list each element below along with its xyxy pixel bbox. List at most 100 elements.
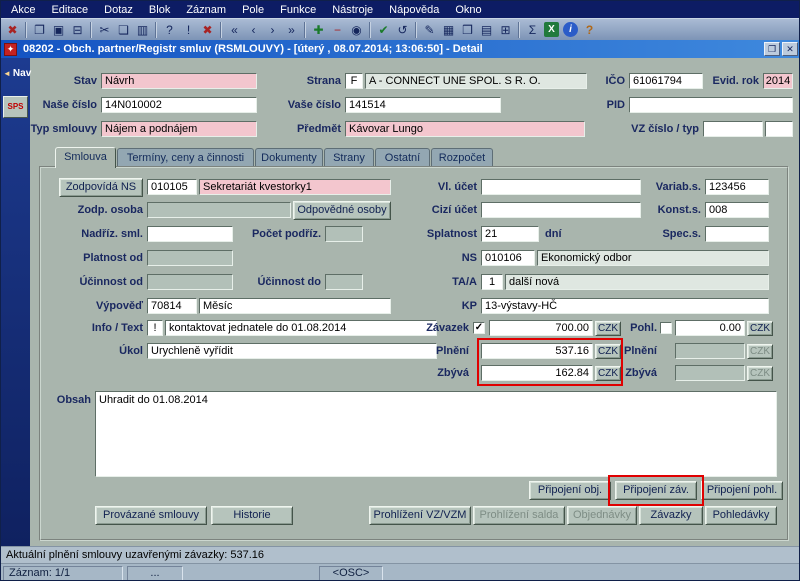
calculator-icon[interactable]: ⊞ bbox=[496, 21, 515, 39]
prohlizeni-salda-button: Prohlížení salda bbox=[473, 506, 565, 525]
plneni-field[interactable]: 537.16 bbox=[481, 343, 593, 359]
tab-strany[interactable]: Strany bbox=[324, 148, 374, 167]
vz-cislo-field[interactable] bbox=[703, 121, 763, 137]
menu-nastroje[interactable]: Nástroje bbox=[324, 3, 381, 17]
calendar-icon[interactable]: ▤ bbox=[477, 21, 496, 39]
tab-rozpocet[interactable]: Rozpočet bbox=[431, 148, 493, 167]
menu-editace[interactable]: Editace bbox=[43, 3, 96, 17]
tab-dokumenty[interactable]: Dokumenty bbox=[255, 148, 323, 167]
cancel-query-icon[interactable]: ✖ bbox=[198, 21, 217, 39]
kp-field[interactable]: 13-výstavy-HČ bbox=[481, 298, 769, 314]
plneni-czk-button[interactable]: CZK bbox=[595, 344, 621, 359]
ico-field[interactable]: 61061794 bbox=[629, 73, 703, 89]
help-icon[interactable]: ? bbox=[580, 21, 599, 39]
vypoved-name-field[interactable]: Měsíc bbox=[199, 298, 391, 314]
zavazek-checkbox[interactable]: ✓ bbox=[473, 322, 485, 334]
stav-field[interactable]: Návrh bbox=[101, 73, 257, 89]
typ-smlouvy-field[interactable]: Nájem a podnájem bbox=[101, 121, 257, 137]
menu-okno[interactable]: Okno bbox=[447, 3, 489, 17]
execute-query-icon[interactable]: ! bbox=[179, 21, 198, 39]
zavazky-button[interactable]: Závazky bbox=[639, 506, 703, 525]
sum-icon[interactable]: Σ bbox=[523, 21, 542, 39]
delete-record-icon[interactable]: − bbox=[328, 21, 347, 39]
vase-cislo-field[interactable]: 141514 bbox=[345, 97, 501, 113]
zodpovida-ns-button[interactable]: Zodpovídá NS bbox=[59, 178, 143, 197]
nav-item[interactable]: ◄ Nav bbox=[1, 58, 31, 79]
window-list-icon[interactable]: ❒ bbox=[458, 21, 477, 39]
restore-window-button[interactable]: ❐ bbox=[764, 42, 780, 56]
enter-query-icon[interactable]: ? bbox=[160, 21, 179, 39]
zbyva-czk-button[interactable]: CZK bbox=[595, 366, 621, 381]
zodpovida-ns-name-field[interactable]: Sekretariát kvestorky1 bbox=[199, 179, 391, 195]
spec-s-field[interactable] bbox=[705, 226, 769, 242]
pid-field[interactable] bbox=[629, 97, 793, 113]
zavazek-amount-field[interactable]: 700.00 bbox=[489, 320, 593, 336]
ukol-field[interactable]: Urychleně vyřídit bbox=[147, 343, 437, 359]
last-record-icon[interactable]: » bbox=[282, 21, 301, 39]
info-text-field[interactable]: kontaktovat jednatele do 01.08.2014 bbox=[165, 320, 437, 336]
rollback-icon[interactable]: ↺ bbox=[393, 21, 412, 39]
ns-code-field[interactable]: 010106 bbox=[481, 250, 535, 266]
exit-icon[interactable]: ✖ bbox=[3, 21, 22, 39]
nadriz-sml-field[interactable] bbox=[147, 226, 233, 242]
sps-button[interactable]: SPS bbox=[3, 96, 28, 118]
first-record-icon[interactable]: « bbox=[225, 21, 244, 39]
tab-ostatni[interactable]: Ostatní bbox=[375, 148, 430, 167]
obsah-textarea[interactable]: Uhradit do 01.08.2014 bbox=[95, 391, 777, 477]
zbyva-field[interactable]: 162.84 bbox=[481, 365, 593, 381]
splatnost-field[interactable]: 21 bbox=[481, 226, 539, 242]
lock-record-icon[interactable]: ◉ bbox=[347, 21, 366, 39]
info-text-label: Info / Text bbox=[91, 322, 143, 334]
vl-ucet-field[interactable] bbox=[481, 179, 641, 195]
pohledavky-button[interactable]: Pohledávky bbox=[705, 506, 777, 525]
close-window-button[interactable]: ✕ bbox=[782, 42, 798, 56]
menu-dotaz[interactable]: Dotaz bbox=[96, 3, 141, 17]
save-icon[interactable]: ▣ bbox=[49, 21, 68, 39]
copy-icon[interactable]: ❏ bbox=[114, 21, 133, 39]
ta-a-code-field[interactable]: 1 bbox=[481, 274, 503, 290]
menu-akce[interactable]: Akce bbox=[3, 3, 43, 17]
pripojeni-pohl-button[interactable]: Připojení pohl. bbox=[701, 481, 783, 500]
tab-smlouva[interactable]: Smlouva bbox=[55, 147, 116, 168]
pohl-amount-field[interactable]: 0.00 bbox=[675, 320, 745, 336]
next-record-icon[interactable]: › bbox=[263, 21, 282, 39]
nase-cislo-field[interactable]: 14N010002 bbox=[101, 97, 257, 113]
edit-icon[interactable]: ✎ bbox=[420, 21, 439, 39]
evid-rok-label: Evid. rok bbox=[712, 75, 759, 87]
vypoved-code-field[interactable]: 70814 bbox=[147, 298, 197, 314]
open-icon[interactable]: ❐ bbox=[30, 21, 49, 39]
zodpovida-ns-code-field[interactable]: 010105 bbox=[147, 179, 197, 195]
evid-rok-field[interactable]: 2014 bbox=[763, 73, 793, 89]
commit-icon[interactable]: ✔ bbox=[374, 21, 393, 39]
pohl-czk-button[interactable]: CZK bbox=[747, 321, 773, 336]
odpovedne-osoby-button[interactable]: Odpovědné osoby bbox=[293, 201, 391, 220]
pripojeni-obj-button[interactable]: Připojení obj. bbox=[529, 481, 611, 500]
cizi-ucet-field[interactable] bbox=[481, 202, 641, 218]
cut-icon[interactable]: ✂ bbox=[95, 21, 114, 39]
strana-code-field[interactable]: F bbox=[345, 73, 363, 89]
variab-s-field[interactable]: 123456 bbox=[705, 179, 769, 195]
pohl-checkbox[interactable] bbox=[660, 322, 672, 334]
excel-export-icon[interactable]: X bbox=[544, 22, 559, 37]
konst-s-field[interactable]: 008 bbox=[705, 202, 769, 218]
prev-record-icon[interactable]: ‹ bbox=[244, 21, 263, 39]
menu-funkce[interactable]: Funkce bbox=[272, 3, 324, 17]
info-icon[interactable]: i bbox=[563, 22, 578, 37]
info-flag-field[interactable]: ! bbox=[147, 320, 163, 336]
vz-typ-field[interactable] bbox=[765, 121, 793, 137]
prohlizeni-vzvzm-button[interactable]: Prohlížení VZ/VZM bbox=[369, 506, 471, 525]
print-icon[interactable]: ⊟ bbox=[68, 21, 87, 39]
predmet-field[interactable]: Kávovar Lungo bbox=[345, 121, 585, 137]
menu-napoveda[interactable]: Nápověda bbox=[381, 3, 447, 17]
menu-zaznam[interactable]: Záznam bbox=[178, 3, 234, 17]
menu-pole[interactable]: Pole bbox=[234, 3, 272, 17]
menu-blok[interactable]: Blok bbox=[141, 3, 178, 17]
provazane-smlouvy-button[interactable]: Provázané smlouvy bbox=[95, 506, 207, 525]
paste-icon[interactable]: ▥ bbox=[133, 21, 152, 39]
list-values-icon[interactable]: ▦ bbox=[439, 21, 458, 39]
insert-record-icon[interactable]: ✚ bbox=[309, 21, 328, 39]
tab-terminy-ceny-cinnosti[interactable]: Termíny, ceny a činnosti bbox=[117, 148, 254, 167]
zavazek-czk-button[interactable]: CZK bbox=[595, 321, 621, 336]
historie-button[interactable]: Historie bbox=[211, 506, 293, 525]
pripojeni-zav-button[interactable]: Připojení záv. bbox=[615, 481, 697, 500]
